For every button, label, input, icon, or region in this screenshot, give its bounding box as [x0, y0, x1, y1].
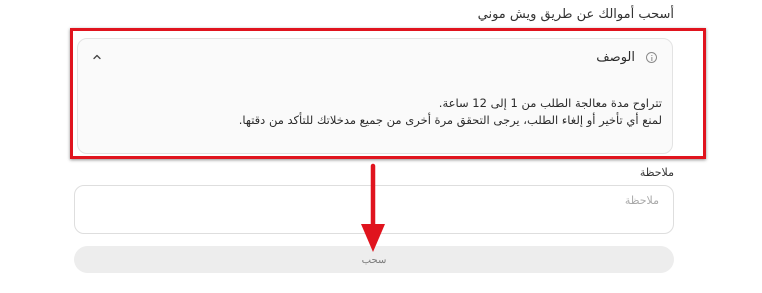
description-card: الوصف تتراوح مدة معالجة الطلب من 1 إلى 1…	[77, 38, 673, 154]
note-field-container	[74, 185, 674, 234]
description-header-label: الوصف	[596, 50, 635, 65]
info-icon	[646, 52, 657, 63]
description-line-2: لمنع أي تأخير أو إلغاء الطلب، يرجى التحق…	[238, 113, 662, 127]
withdraw-page: أسحب أموالك عن طريق ويش موني الوصف تتراو…	[0, 0, 762, 293]
withdraw-button-label: سحب	[361, 255, 387, 266]
description-line-1: تتراوح مدة معالجة الطلب من 1 إلى 12 ساعة…	[438, 96, 662, 110]
note-label: ملاحظة	[639, 166, 674, 179]
description-body: تتراوح مدة معالجة الطلب من 1 إلى 12 ساعة…	[239, 95, 662, 129]
note-input[interactable]	[75, 186, 673, 233]
withdraw-button[interactable]: سحب	[74, 246, 674, 273]
method-title: أسحب أموالك عن طريق ويش موني	[477, 7, 674, 22]
chevron-up-icon[interactable]	[92, 52, 102, 62]
